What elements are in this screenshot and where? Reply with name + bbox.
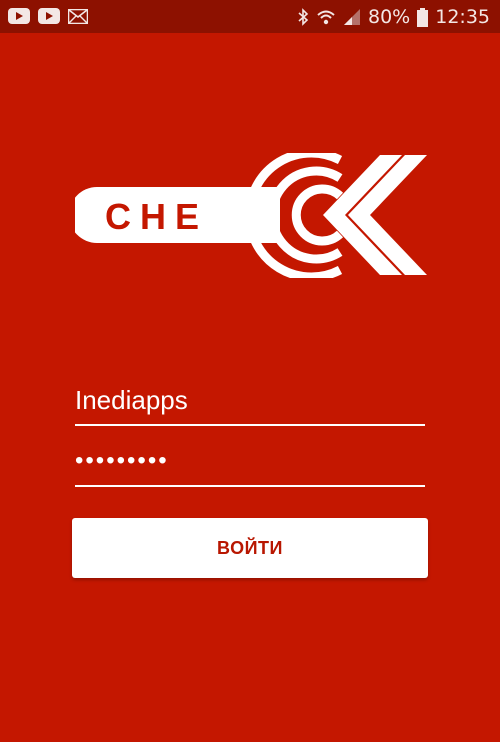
battery-percent: 80% (368, 6, 411, 28)
clock: 12:35 (435, 6, 490, 28)
check-logo: CHE (69, 148, 430, 282)
status-bar-notifications (8, 8, 88, 24)
youtube-icon (8, 8, 30, 24)
status-bar-system: 80% 12:35 (297, 4, 490, 30)
login-screen: CHE ВОЙТИ (0, 33, 500, 742)
password-input[interactable] (75, 439, 425, 483)
mail-icon (68, 8, 88, 24)
password-field[interactable] (75, 439, 425, 487)
youtube-icon (38, 8, 60, 24)
username-field[interactable] (75, 378, 425, 426)
signal-icon (343, 8, 361, 26)
wifi-icon (316, 8, 336, 26)
battery-icon (417, 7, 429, 27)
bluetooth-icon (297, 8, 309, 26)
logo-text: CHE (105, 196, 208, 237)
status-bar: 80% 12:35 (0, 0, 500, 33)
username-input[interactable] (75, 378, 425, 422)
login-button[interactable]: ВОЙТИ (72, 518, 428, 578)
